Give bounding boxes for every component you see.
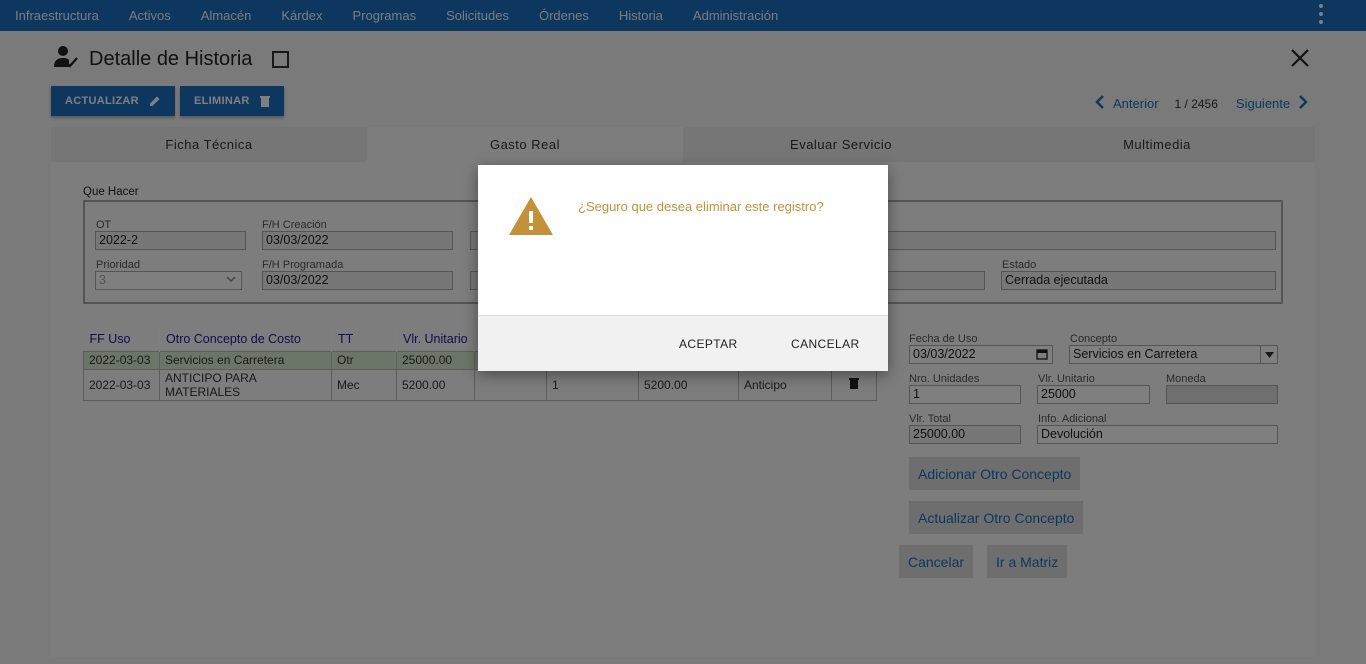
warning-icon (507, 195, 555, 242)
confirm-dialog: ¿Seguro que desea eliminar este registro… (478, 165, 888, 371)
confirm-message: ¿Seguro que desea eliminar este registro… (578, 199, 824, 214)
dialog-cancel-button[interactable]: CANCELAR (791, 337, 860, 351)
accept-button[interactable]: ACEPTAR (679, 337, 738, 351)
